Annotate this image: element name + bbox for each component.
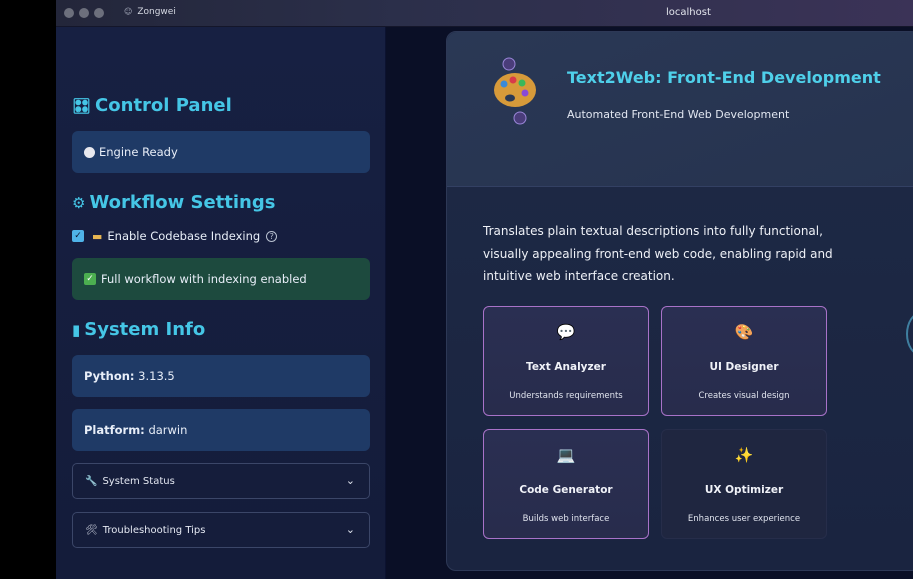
platform-value: darwin [148, 423, 188, 437]
python-value: 3.13.5 [138, 369, 175, 383]
feature-subtitle: Creates visual design [698, 391, 790, 401]
system-status-expander[interactable]: 🔧 System Status ⌄ [72, 463, 370, 499]
chevron-down-icon: ⌄ [345, 523, 355, 536]
check-mark-icon: ✓ [84, 273, 96, 285]
python-version-pill: Python: 3.13.5 [72, 355, 370, 397]
tab-title: Zongwei [137, 7, 176, 17]
tab-favicon-icon: ☺ [124, 7, 133, 16]
feature-card-code-generator: 💻 Code Generator Builds web interface [483, 429, 649, 539]
sidebar: 🎛 Control Panel Engine Ready ⚙ Workflow Se… [56, 27, 386, 579]
address-bar[interactable]: localhost [666, 7, 711, 18]
window-close-button[interactable] [64, 8, 74, 18]
control-panel-title: Control Panel [95, 95, 232, 116]
workflow-settings-title: Workflow Settings [89, 192, 276, 213]
control-knobs-icon: 🎛 [72, 97, 92, 115]
tools-icon: 🛠 [85, 524, 98, 536]
platform-label: Platform: [84, 423, 145, 437]
feature-title: Code Generator [519, 484, 613, 496]
browser-titlebar: ☺ Zongwei localhost [56, 0, 913, 27]
gear-icon: ⚙ [72, 194, 86, 212]
speech-bubble-icon: 💬 [556, 323, 576, 341]
codebase-indexing-checkbox[interactable]: ✓ [72, 230, 84, 242]
codebase-indexing-checkbox-row[interactable]: ✓ ▬ Enable Codebase Indexing ? [72, 229, 278, 243]
feature-title: Text Analyzer [526, 361, 606, 373]
wrench-icon: 🔧 [85, 475, 98, 487]
artist-palette-icon: 🎨 [734, 323, 754, 341]
feature-subtitle: Understands requirements [509, 391, 623, 401]
app-card: Text2Web: Front-End Development Automate… [446, 31, 913, 571]
platform-pill: Platform: darwin [72, 409, 370, 451]
engine-status-text: Engine Ready [99, 145, 178, 159]
help-icon[interactable]: ? [266, 230, 278, 242]
feature-card-ui-designer: 🎨 UI Designer Creates visual design [661, 306, 827, 416]
feature-title: UX Optimizer [704, 484, 784, 496]
troubleshooting-tips-label: Troubleshooting Tips [102, 524, 206, 536]
feature-title: UI Designer [709, 361, 779, 373]
troubleshooting-tips-expander[interactable]: 🛠 Troubleshooting Tips ⌄ [72, 512, 370, 548]
system-status-label: System Status [102, 475, 175, 487]
feature-card-text-analyzer: 💬 Text Analyzer Understands requirements [483, 306, 649, 416]
status-dot-icon [84, 146, 95, 158]
workflow-settings-heading: ⚙ Workflow Settings [72, 192, 275, 213]
feature-subtitle: Builds web interface [522, 514, 610, 524]
left-blank-area [0, 0, 56, 579]
workflow-status-pill: ✓ Full workflow with indexing enabled [72, 258, 370, 300]
app-title: Text2Web: Front-End Development [567, 68, 881, 87]
python-label: Python: [84, 369, 135, 383]
bar-chart-icon: ▮ [72, 321, 81, 339]
system-info-heading: ▮ System Info [72, 319, 205, 340]
app-subtitle: Automated Front-End Web Development [567, 108, 790, 121]
codebase-indexing-label: Enable Codebase Indexing [107, 229, 261, 243]
main-content: Text2Web: Front-End Development Automate… [386, 27, 913, 579]
hero-header: Text2Web: Front-End Development Automate… [447, 32, 913, 187]
sparkles-icon: ✨ [734, 446, 754, 464]
feature-card-ux-optimizer: ✨ UX Optimizer Enhances user experience [661, 429, 827, 539]
chevron-down-icon: ⌄ [345, 474, 355, 487]
workflow-status-text: Full workflow with indexing enabled [101, 272, 307, 286]
browser-tab[interactable]: ☺ Zongwei [124, 7, 176, 17]
app-description: Translates plain textual descriptions in… [483, 224, 833, 283]
window-minimize-button[interactable] [79, 8, 89, 18]
control-panel-heading: 🎛 Control Panel [72, 95, 232, 116]
window-zoom-button[interactable] [94, 8, 104, 18]
folder-icon: ▬ [92, 229, 103, 243]
feature-subtitle: Enhances user experience [687, 514, 801, 524]
engine-status-pill: Engine Ready [72, 131, 370, 173]
laptop-icon: 💻 [556, 446, 576, 464]
artist-palette-icon [494, 57, 536, 125]
system-info-title: System Info [84, 319, 206, 340]
